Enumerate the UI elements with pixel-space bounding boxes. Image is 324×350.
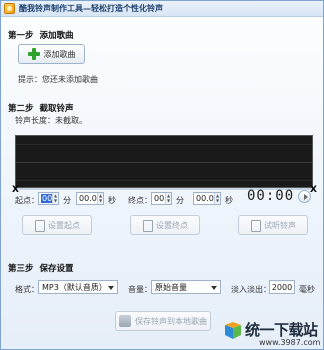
window-title: 酷我铃声制作工具—轻松打造个性化铃声 bbox=[19, 4, 163, 13]
step1-number: 第一步 bbox=[8, 31, 34, 41]
save-ringtone-button[interactable]: 保存铃声到本地歌曲 bbox=[115, 311, 211, 331]
headphones-icon bbox=[250, 220, 261, 232]
waveform-guide-top bbox=[16, 144, 312, 145]
end-second-unit: 秒 bbox=[225, 196, 233, 205]
preview-button[interactable]: 试听铃声 bbox=[238, 215, 308, 235]
step2-number: 第二步 bbox=[8, 104, 34, 114]
watermark-url: www.3987.com bbox=[259, 338, 321, 347]
waveform-panel[interactable] bbox=[15, 135, 313, 188]
step2-heading: 第二步 截取铃声 bbox=[8, 102, 74, 114]
volume-label: 音量： bbox=[128, 285, 152, 294]
start-label: 起点： bbox=[15, 196, 39, 205]
format-label: 格式： bbox=[15, 285, 39, 294]
waveform-guide-bottom bbox=[16, 180, 312, 181]
end-minute-value: 00 bbox=[154, 194, 165, 203]
set-start-icon bbox=[34, 220, 45, 232]
step3-heading: 第三步 保存设置 bbox=[8, 262, 74, 274]
fade-label: 淡入淡出： bbox=[231, 285, 271, 294]
ringtone-length: 铃声长度：未截取。 bbox=[15, 116, 87, 125]
start-second-value: 00.0 bbox=[79, 194, 97, 203]
end-minute-stepper[interactable]: ▲ ▼ bbox=[165, 193, 171, 204]
start-second-input[interactable]: 00.0 ▲ ▼ bbox=[76, 192, 104, 205]
set-start-button[interactable]: 设置起点 bbox=[22, 215, 92, 235]
set-end-icon bbox=[142, 220, 153, 232]
chevron-down-icon bbox=[108, 286, 114, 290]
watermark-brand: 统一下载站 bbox=[245, 321, 318, 339]
end-second-value: 00.0 bbox=[196, 194, 214, 203]
start-marker[interactable]: X bbox=[12, 186, 19, 195]
play-icon[interactable] bbox=[298, 190, 311, 203]
app-logo-icon bbox=[4, 3, 15, 14]
set-start-label: 设置起点 bbox=[48, 220, 80, 230]
playback-clock: 00:00 bbox=[247, 188, 295, 204]
add-song-label: 添加歌曲 bbox=[43, 49, 76, 59]
watermark: 统一下载站 www.3987.com bbox=[223, 319, 323, 350]
step1-title: 添加歌曲 bbox=[39, 31, 74, 41]
fade-value: 2000 bbox=[271, 282, 293, 292]
end-marker[interactable]: X bbox=[310, 186, 317, 195]
save-icon bbox=[119, 315, 131, 327]
title-bar: 酷我铃声制作工具—轻松打造个性化铃声 bbox=[1, 1, 323, 17]
step1-heading: 第一步 添加歌曲 bbox=[8, 29, 74, 41]
save-ringtone-label: 保存铃声到本地歌曲 bbox=[135, 316, 207, 326]
waveform-center-line bbox=[16, 162, 312, 163]
format-select[interactable]: MP3（默认音质） bbox=[38, 280, 118, 294]
fade-input[interactable]: 2000 bbox=[269, 280, 295, 294]
step3-number: 第三步 bbox=[8, 264, 34, 274]
step2-title: 截取铃声 bbox=[39, 104, 74, 114]
step3-title: 保存设置 bbox=[39, 264, 74, 274]
fade-unit: 毫秒 bbox=[299, 285, 315, 294]
end-minute-input[interactable]: 00 ▲ ▼ bbox=[151, 192, 172, 205]
volume-select[interactable]: 原始音量 bbox=[151, 280, 221, 294]
add-song-hint: 提示：您还未添加歌曲 bbox=[18, 75, 98, 84]
add-song-button[interactable]: 添加歌曲 bbox=[18, 44, 85, 64]
preview-label: 试听铃声 bbox=[264, 220, 296, 230]
start-minute-input[interactable]: 00 ▲ ▼ bbox=[38, 192, 59, 205]
plus-icon bbox=[27, 48, 40, 60]
end-second-input[interactable]: 00.0 ▲ ▼ bbox=[193, 192, 221, 205]
end-minute-unit: 分 bbox=[176, 196, 184, 205]
start-second-stepper[interactable]: ▲ ▼ bbox=[97, 193, 103, 204]
end-second-stepper[interactable]: ▲ ▼ bbox=[214, 193, 220, 204]
start-minute-unit: 分 bbox=[63, 196, 71, 205]
set-end-label: 设置终点 bbox=[156, 220, 188, 230]
start-second-unit: 秒 bbox=[108, 196, 116, 205]
format-value: MP3（默认音质） bbox=[42, 282, 107, 292]
end-label: 终点： bbox=[128, 196, 152, 205]
app-window: 酷我铃声制作工具—轻松打造个性化铃声 第一步 添加歌曲 添加歌曲 提示：您还未添… bbox=[0, 0, 324, 350]
set-end-button[interactable]: 设置终点 bbox=[130, 215, 200, 235]
chevron-down-icon bbox=[211, 286, 217, 290]
start-minute-stepper[interactable]: ▲ ▼ bbox=[52, 193, 58, 204]
volume-value: 原始音量 bbox=[155, 282, 187, 292]
watermark-logo-icon bbox=[225, 322, 241, 339]
